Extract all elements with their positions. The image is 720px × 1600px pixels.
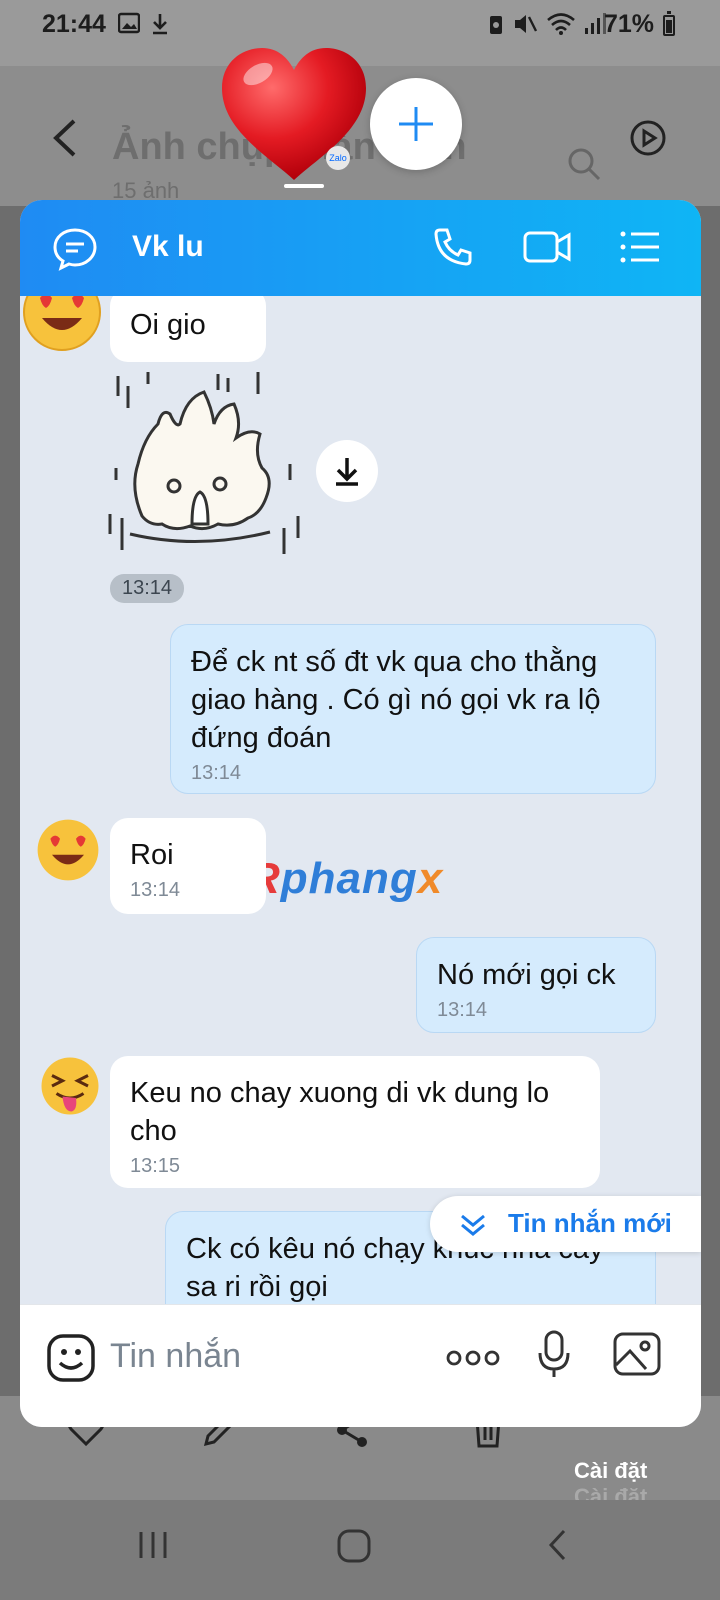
wifi-icon — [547, 13, 575, 35]
message-time: 13:14 — [191, 762, 242, 784]
emoji-sticker-icon[interactable] — [46, 1333, 96, 1383]
zalo-app-badge: Zalo — [326, 146, 350, 170]
message-bubble-outgoing[interactable]: Nó mới gọi ck 13:14 — [416, 937, 656, 1033]
back-arrow-icon[interactable] — [50, 118, 80, 158]
watermark-logo: Rphangx — [248, 854, 444, 903]
chat-header: Vk lu — [20, 200, 701, 296]
download-status-icon — [153, 14, 167, 35]
message-time: 13:15 — [130, 1155, 181, 1177]
recent-apps-icon[interactable] — [136, 1528, 170, 1562]
chat-bubble-icon[interactable] — [52, 226, 98, 272]
contact-avatar[interactable] — [22, 296, 102, 352]
message-text: Oi gio — [130, 309, 206, 341]
home-icon[interactable] — [336, 1528, 372, 1564]
contact-name[interactable]: Vk lu — [132, 230, 204, 264]
status-time: 21:44 — [42, 10, 106, 38]
contact-avatar[interactable] — [36, 818, 100, 882]
battery-saver-icon — [490, 16, 502, 34]
message-bubble-incoming[interactable]: Roi 13:14 — [110, 818, 266, 914]
message-bubble-incoming[interactable]: Oi gio — [110, 296, 266, 362]
download-sticker-button[interactable] — [316, 440, 378, 502]
signal-icon — [585, 13, 606, 34]
contact-avatar[interactable] — [40, 1056, 100, 1116]
image-icon — [118, 12, 140, 34]
mute-icon — [515, 15, 538, 33]
system-navigation-bar — [0, 1500, 720, 1600]
message-text: Roi — [130, 839, 174, 871]
phone-call-icon[interactable] — [432, 226, 474, 268]
menu-list-icon[interactable] — [618, 226, 662, 268]
bubble-drag-handle[interactable] — [284, 184, 324, 188]
image-gallery-icon[interactable] — [612, 1331, 662, 1377]
message-bubble-outgoing[interactable]: Để ck nt số đt vk qua cho thằng giao hàn… — [170, 624, 656, 794]
message-list[interactable]: Oi gio 13:14 Để ck nt số đt vk qua cho t… — [20, 296, 701, 1331]
message-time: 13:14 — [437, 999, 488, 1021]
chat-bubble-window: Vk lu Oi gio 13:14 Để ck nt số đt vk qua… — [20, 200, 701, 1427]
message-input-bar: Tin nhắn — [20, 1304, 701, 1427]
download-icon — [336, 458, 358, 486]
video-call-icon[interactable] — [522, 226, 572, 268]
settings-label[interactable]: Cài đặt — [574, 1458, 647, 1484]
sticker-image[interactable] — [108, 368, 308, 568]
battery-percentage: 71% — [604, 10, 655, 38]
add-bubble-button[interactable] — [370, 78, 462, 170]
microphone-icon[interactable] — [536, 1329, 572, 1381]
message-time: 13:14 — [130, 879, 181, 901]
message-text: Nó mới gọi ck — [437, 959, 616, 991]
slideshow-icon[interactable] — [628, 118, 668, 158]
battery-icon — [663, 11, 675, 36]
status-notification-icons — [118, 12, 170, 36]
sticker-timestamp: 13:14 — [110, 574, 185, 603]
message-bubble-incoming[interactable]: Keu no chay xuong di vk dung lo cho 13:1… — [110, 1056, 600, 1188]
message-input[interactable]: Tin nhắn — [110, 1337, 241, 1376]
search-icon[interactable] — [566, 146, 602, 182]
more-options-icon[interactable] — [446, 1349, 500, 1367]
back-nav-icon[interactable] — [546, 1528, 570, 1562]
new-messages-label: Tin nhắn mới — [508, 1208, 672, 1238]
status-system-icons — [488, 12, 606, 36]
message-text: Để ck nt số đt vk qua cho thằng giao hàn… — [191, 646, 601, 754]
plus-icon — [399, 107, 433, 141]
message-text: Keu no chay xuong di vk dung lo cho — [130, 1077, 550, 1147]
new-messages-button[interactable]: Tin nhắn mới — [430, 1196, 701, 1252]
double-chevron-down-icon — [461, 1214, 485, 1236]
